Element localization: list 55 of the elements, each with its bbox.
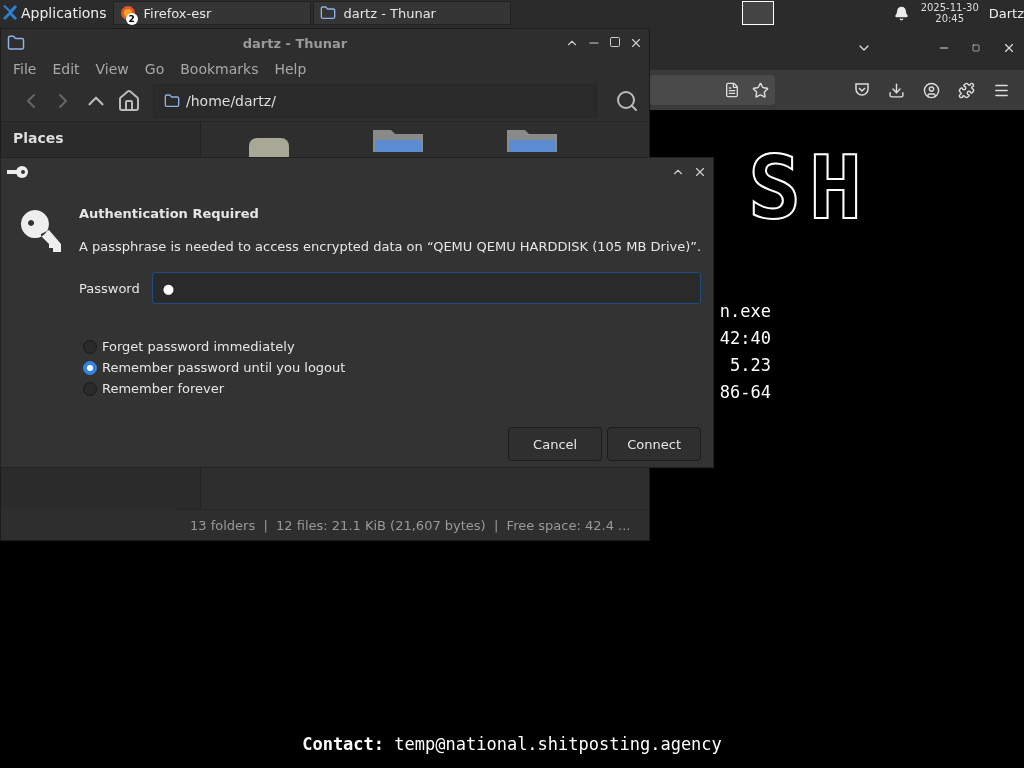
- dialog-heading: Authentication Required: [79, 206, 260, 221]
- applications-icon: [2, 5, 18, 21]
- password-label: Password: [79, 280, 140, 296]
- location-field[interactable]: /home/dartz/: [153, 84, 597, 118]
- key-icon: [7, 166, 29, 178]
- output-line: 86-64: [719, 381, 771, 404]
- output-line: n.exe: [719, 300, 771, 323]
- status-bar: 13 folders | 12 files: 21.1 KiB (21,607 bytes) | Free space: 42.4 ...: [176, 509, 649, 540]
- workspace-icon[interactable]: [741, 1, 774, 25]
- home-icon[interactable]: [117, 89, 141, 113]
- window-title: dartz - Thunar: [241, 35, 349, 51]
- close-icon[interactable]: [629, 36, 643, 50]
- folder-icon: [319, 5, 336, 21]
- bookmark-star-icon[interactable]: [752, 81, 769, 99]
- pocket-icon[interactable]: [854, 81, 870, 98]
- close-icon[interactable]: [693, 165, 707, 179]
- output-line: 5.23: [730, 354, 771, 377]
- folder-icon: [7, 34, 25, 52]
- radio-option[interactable]: Remember forever: [83, 378, 702, 399]
- logo-text: SH: [748, 144, 871, 232]
- close-icon[interactable]: [1002, 41, 1016, 55]
- output-line: 42:40: [719, 327, 771, 350]
- drive-icon: [247, 138, 291, 160]
- key-icon: [19, 208, 63, 252]
- taskbar-button[interactable]: dartz - Thunar: [312, 1, 511, 25]
- download-icon[interactable]: [888, 81, 905, 99]
- menu-item[interactable]: Bookmarks: [172, 61, 267, 77]
- reader-view-icon[interactable]: [724, 82, 740, 98]
- maximize-icon[interactable]: [972, 44, 980, 52]
- menu-item[interactable]: Help: [266, 61, 315, 77]
- password-field[interactable]: ●: [151, 272, 702, 304]
- menu-item[interactable]: File: [5, 61, 45, 77]
- notifications-icon[interactable]: [893, 5, 909, 21]
- account-icon[interactable]: [923, 81, 940, 99]
- folder-icon: [371, 130, 425, 152]
- radio-option[interactable]: Forget password immediately: [83, 336, 702, 357]
- dialog-message: A passphrase is needed to access encrypted data on “QEMU QEMU HARDDISK (105 MB Drive)”.: [79, 239, 702, 254]
- maximize-icon[interactable]: [609, 36, 621, 48]
- connect-button[interactable]: Connect: [607, 427, 702, 461]
- folder-icon: [505, 130, 559, 152]
- extensions-icon[interactable]: [958, 81, 975, 99]
- folder-icon: [164, 93, 180, 109]
- contact-line: Contact: temp@national.shitposting.agency: [302, 734, 722, 754]
- menu-item[interactable]: Go: [136, 61, 173, 77]
- menu-item[interactable]: View: [87, 61, 137, 77]
- sidebar-heading: Places: [13, 130, 65, 146]
- user-name[interactable]: Dartz: [988, 5, 1024, 21]
- applications-menu[interactable]: Applications: [0, 0, 111, 26]
- taskbar-button[interactable]: 2 Firefox-esr: [112, 1, 311, 25]
- menu-item[interactable]: Edit: [44, 61, 88, 77]
- search-icon[interactable]: [615, 89, 639, 113]
- cancel-button[interactable]: Cancel: [508, 427, 603, 461]
- radio-option[interactable]: Remember password until you logout: [83, 357, 702, 378]
- clock[interactable]: 2025-11-30 20:45: [920, 2, 979, 24]
- url-bar[interactable]: [650, 75, 775, 105]
